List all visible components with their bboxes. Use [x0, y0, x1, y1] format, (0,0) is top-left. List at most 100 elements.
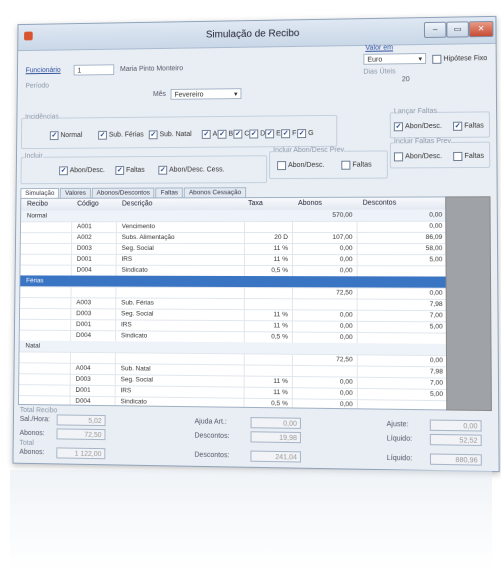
- chevron-down-icon: ▾: [418, 56, 423, 64]
- cell-descricao: Seg. Social: [121, 244, 154, 252]
- incidencia-g-checkbox[interactable]: ✓ G: [297, 129, 314, 139]
- incluir-option-label: Abon/Desc. Cess.: [169, 166, 225, 174]
- mes-value: Fevereiro: [174, 91, 204, 99]
- cell-abonos: 107,00: [332, 233, 353, 241]
- close-button[interactable]: ✕: [468, 20, 494, 38]
- incluir-cess-checkbox[interactable]: ✓ Abon/Desc. Cess.: [158, 165, 225, 175]
- incluir-abon-prev-abon-checkbox[interactable]: Abon/Desc.: [277, 161, 324, 171]
- incidencia-a-checkbox[interactable]: ✓ A: [201, 129, 218, 139]
- hipotese-label: Hipótese Fixo: [443, 55, 488, 63]
- incidencia-normal-checkbox[interactable]: ✓ Normal: [49, 131, 83, 141]
- incluir-faltas-prev-faltas-checkbox[interactable]: Faltas: [453, 151, 485, 162]
- check-icon: ✓: [281, 129, 291, 139]
- check-icon: ✓: [158, 165, 168, 175]
- check-icon: ✓: [148, 130, 158, 140]
- cell-taxa: 11 %: [273, 377, 288, 386]
- incidencia-ferias-checkbox[interactable]: ✓ Sub. Férias: [98, 130, 144, 140]
- col-header-descricao[interactable]: Descrição: [122, 200, 152, 207]
- tab-abonos-cessacao[interactable]: Abonos Cessação: [183, 187, 247, 198]
- funcionario-link[interactable]: Funcionário: [26, 67, 61, 74]
- incluir-option-label: Abon/Desc.: [69, 167, 105, 175]
- cell-descontos: 58,00: [425, 245, 443, 253]
- cell-descontos: 7,98: [429, 368, 443, 376]
- incidencia-b-checkbox[interactable]: ✓ B: [217, 129, 234, 139]
- incluir-faltas-checkbox[interactable]: ✓ Faltas: [115, 166, 145, 175]
- mes-select[interactable]: Fevereiro ▾: [170, 88, 242, 100]
- incluir-abon-prev-label: Incluir Abon/Desc Prev.: [273, 146, 346, 155]
- ajuda-value: 0,00: [250, 417, 301, 429]
- total-recibo-label: Total Recibo: [19, 406, 58, 415]
- incidencia-f-checkbox[interactable]: ✓ F: [281, 129, 296, 139]
- incidencia-d-checkbox[interactable]: ✓ D: [249, 129, 265, 139]
- option-label: Abon/Desc.: [405, 122, 442, 131]
- cell-taxa: 11 %: [273, 322, 288, 330]
- tab-faltas[interactable]: Faltas: [155, 187, 184, 198]
- checkbox-box: [453, 151, 463, 162]
- valor-em-link[interactable]: Valor em: [365, 44, 393, 51]
- cell-abonos: 72,50: [336, 289, 353, 297]
- tab-simulacao[interactable]: Simulação: [20, 187, 60, 198]
- cell-taxa: 11 %: [273, 388, 288, 397]
- funcionario-id-input[interactable]: 1: [73, 64, 115, 76]
- incluir-abon-prev-faltas-checkbox[interactable]: Faltas: [341, 160, 372, 170]
- check-icon: ✓: [115, 166, 125, 175]
- abonos-value: 72,50: [56, 428, 106, 441]
- col-header-recibo[interactable]: Recibo: [27, 201, 48, 208]
- col-header-taxa[interactable]: Taxa: [248, 200, 263, 207]
- ajuste-value: 0,00: [429, 419, 482, 432]
- dias-uteis-value: 20: [401, 76, 410, 84]
- cell-abonos: 0,00: [339, 378, 353, 386]
- cell-descricao: Sindicato: [121, 266, 148, 274]
- descontos-value: 19,98: [250, 431, 301, 444]
- cell-descricao: Sub. Férias: [121, 299, 154, 307]
- periodo-label: Período: [25, 82, 49, 90]
- tab-abonos-descontos[interactable]: Abonos/Descontos: [91, 187, 155, 198]
- window-reflection: [10, 470, 492, 570]
- cell-descontos: 7,00: [429, 312, 443, 320]
- funcionario-name: Maria Pinto Monteiro: [120, 65, 184, 73]
- ajuda-label: Ajuda Art.:: [194, 418, 227, 426]
- tab-valores[interactable]: Valores: [60, 187, 91, 198]
- chevron-down-icon: ▾: [234, 91, 238, 99]
- option-label: Faltas: [464, 152, 485, 160]
- total-label: Total: [19, 439, 34, 448]
- incidencia-c-checkbox[interactable]: ✓ C: [233, 129, 249, 139]
- cell-descontos: 5,00: [429, 390, 444, 399]
- incluir-faltas-prev-abon-checkbox[interactable]: Abon/Desc.: [393, 152, 442, 162]
- currency-select[interactable]: Euro ▾: [363, 52, 427, 65]
- title-bar: Simulação de Recibo ‒ ▭ ✕: [18, 16, 496, 52]
- cell-codigo: D003: [76, 310, 92, 318]
- cell-descricao: Seg. Social: [120, 376, 154, 384]
- check-icon: ✓: [297, 129, 307, 139]
- total-descontos-label: Descontos:: [194, 451, 230, 460]
- check-icon: ✓: [98, 130, 107, 140]
- hipotese-checkbox[interactable]: Hipótese Fixo: [432, 54, 487, 64]
- maximize-button[interactable]: ▭: [446, 21, 469, 38]
- cell-descontos: 7,98: [429, 300, 443, 309]
- cell-descricao: IRS: [120, 387, 132, 395]
- col-header-abonos[interactable]: Abonos: [298, 200, 322, 207]
- check-icon: ✓: [249, 129, 259, 139]
- cell-descontos: 5,00: [429, 256, 443, 264]
- checkbox-box: [277, 161, 287, 171]
- cell-descontos: 0,00: [429, 211, 443, 219]
- incluir-abon-checkbox[interactable]: ✓ Abon/Desc.: [59, 166, 105, 176]
- liquido-value: 52,52: [429, 433, 482, 447]
- incidencia-label: Normal: [60, 132, 83, 140]
- abonos-label: Abonos:: [19, 429, 45, 438]
- incidencia-natal-checkbox[interactable]: ✓ Sub. Natal: [148, 130, 192, 140]
- col-header-codigo[interactable]: Código: [77, 201, 99, 208]
- cell-codigo: D004: [75, 397, 91, 405]
- col-header-descontos[interactable]: Descontos: [363, 200, 397, 207]
- incidencia-label: E: [276, 130, 281, 138]
- lancar-faltas-abon-checkbox[interactable]: ✓ Abon/Desc.: [393, 122, 442, 132]
- minimize-button[interactable]: ‒: [423, 21, 447, 39]
- lancar-faltas-faltas-checkbox[interactable]: ✓ Faltas: [452, 121, 484, 131]
- cell-descricao: Sindicato: [120, 332, 148, 340]
- cell-taxa: 0,5 %: [271, 333, 288, 341]
- cell-codigo: D001: [75, 386, 91, 394]
- results-grid[interactable]: Recibo Código Descrição Taxa Abonos Desc…: [17, 196, 449, 411]
- total-abonos-label: Abonos:: [19, 448, 45, 457]
- incidencia-label: Sub. Natal: [159, 131, 192, 139]
- incidencia-e-checkbox[interactable]: ✓ E: [265, 129, 281, 139]
